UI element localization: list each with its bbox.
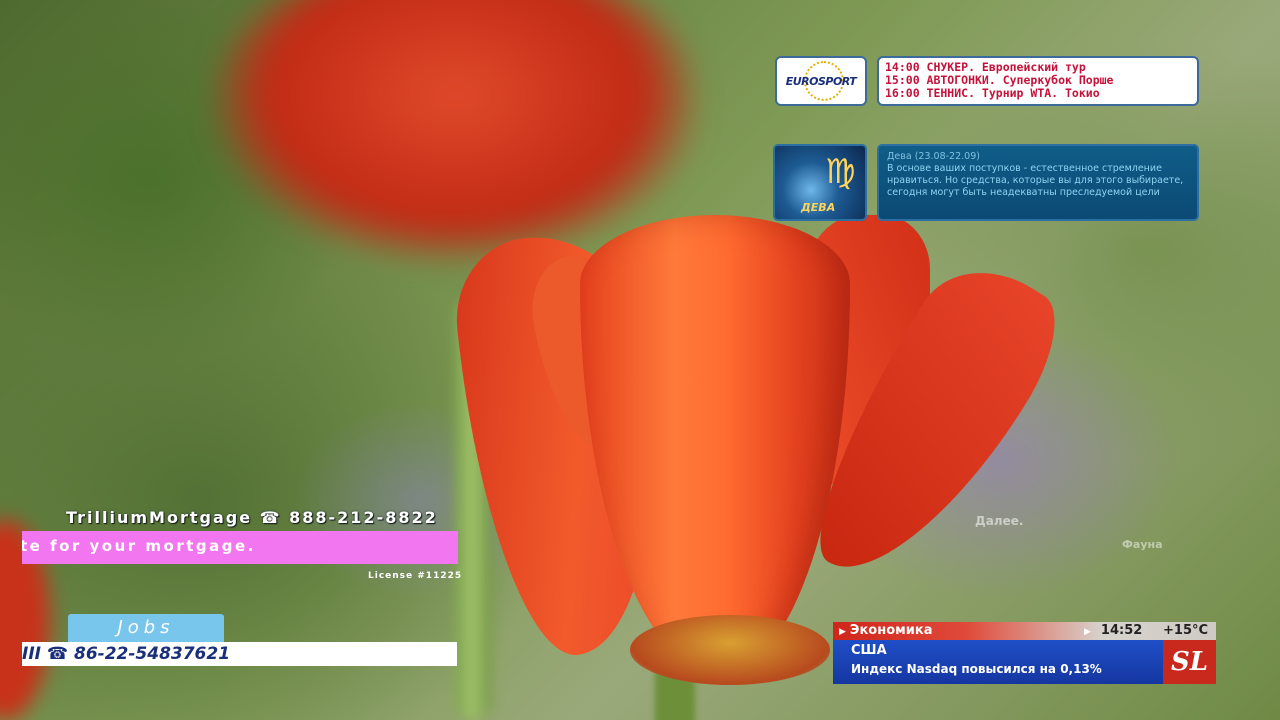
channel-logo: SL <box>1163 640 1216 684</box>
virgo-icon: ♍ <box>825 152 856 192</box>
mortgage-ad-title: TrilliumMortgage ☎ 888-212-8822 <box>66 508 438 527</box>
sports-schedule: 14:00 СНУКЕР. Европейский тур 15:00 АВТО… <box>877 56 1199 106</box>
horoscope-panel: Дева (23.08-22.09) В основе ваших поступ… <box>877 144 1199 221</box>
news-headline: Индекс Nasdaq повысился на 0,13% <box>851 662 1102 676</box>
zodiac-image-label: ДЕВА <box>801 201 836 214</box>
schedule-item: 16:00 ТЕННИС. Турнир WTA. Токио <box>885 87 1100 100</box>
news-country: США <box>851 643 887 658</box>
jobs-ticker-text: III ☎ 86-22-54837621 <box>22 644 231 664</box>
eurosport-logo: EUROSPORT <box>775 56 867 106</box>
eurosport-logo-text: EUROSPORT <box>785 74 857 88</box>
news-body: США Индекс Nasdaq повысился на 0,13% <box>833 640 1163 684</box>
horoscope-text: В основе ваших поступков - естественное … <box>887 163 1184 198</box>
schedule-item: 15:00 АВТОГОНКИ. Суперкубок Порше <box>885 74 1114 87</box>
tulip-flower <box>448 195 1080 695</box>
play-icon: ▶ <box>839 627 846 637</box>
fauna-label: Фауна <box>1122 538 1163 551</box>
jobs-tab: Jobs <box>68 614 224 642</box>
zodiac-image: ♍ ДЕВА <box>773 144 867 221</box>
news-widget: ▶ Экономика ▶ 14:52 +15°C США Индекс Nasda… <box>833 622 1216 684</box>
more-label: Далее. <box>975 514 1024 528</box>
tulip-base <box>630 615 830 685</box>
news-time: 14:52 <box>1100 623 1143 638</box>
mortgage-ticker: te for your mortgage. <box>22 531 458 564</box>
schedule-item: 14:00 СНУКЕР. Европейский тур <box>885 61 1086 74</box>
news-header-bar: ▶ Экономика ▶ 14:52 +15°C <box>833 622 1216 640</box>
news-category: ▶ Экономика <box>839 622 932 641</box>
play-icon: ▶ <box>1084 627 1091 637</box>
mortgage-ticker-text: te for your mortgage. <box>22 537 256 555</box>
horoscope-title: Дева (23.08-22.09) <box>887 151 980 162</box>
jobs-ticker: III ☎ 86-22-54837621 <box>22 642 457 666</box>
news-temperature: +15°C <box>1163 623 1209 638</box>
news-clock: ▶ 14:52 <box>1084 622 1142 641</box>
mortgage-license: License #11225 <box>368 571 463 581</box>
news-category-label: Экономика <box>849 623 933 638</box>
background-photo <box>0 0 1280 720</box>
